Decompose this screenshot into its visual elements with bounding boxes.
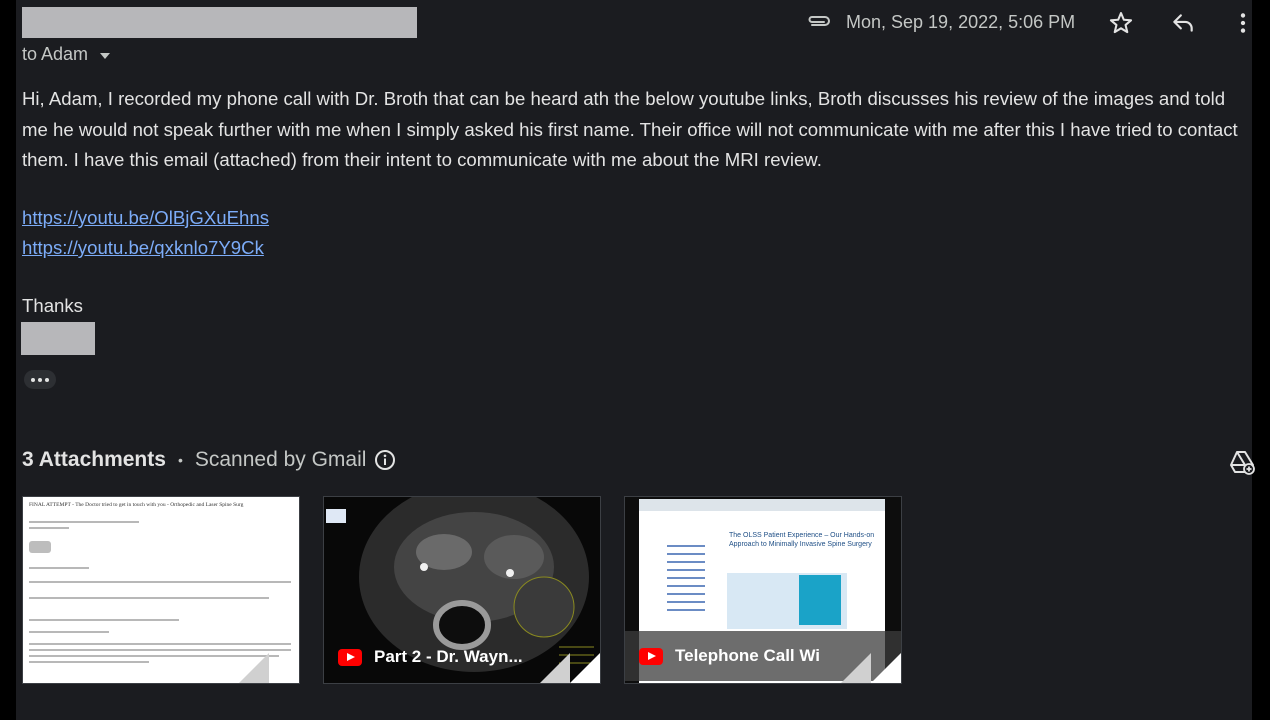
star-icon[interactable] <box>1107 9 1135 37</box>
document-text-line <box>29 527 69 529</box>
video-title: Telephone Call Wi <box>675 646 820 665</box>
webpage-nav-line <box>667 593 705 595</box>
message-date: Mon, Sep 19, 2022, 5:06 PM <box>846 11 1076 32</box>
webpage-nav-line <box>667 561 705 563</box>
show-trimmed-content-button[interactable] <box>24 370 56 389</box>
message-meta: Mon, Sep 19, 2022, 5:06 PM <box>806 10 1075 34</box>
info-icon[interactable] <box>374 449 396 471</box>
webpage-nav-line <box>667 609 705 611</box>
webpage-nav-line <box>667 569 705 571</box>
attachments-header: 3 Attachments • Scanned by Gmail <box>22 448 396 472</box>
signature-redacted <box>21 322 95 355</box>
message-body: Hi, Adam, I recorded my phone call with … <box>22 84 1247 176</box>
page-fold <box>540 653 570 683</box>
document-text-line <box>29 581 291 583</box>
document-text-line <box>29 521 139 523</box>
attachment-tile-video-1[interactable]: Part 2 - Dr. Wayn... <box>323 496 601 684</box>
ellipsis-dot <box>31 377 35 382</box>
video-title: Part 2 - Dr. Wayn... <box>374 647 523 666</box>
left-edge <box>0 0 16 720</box>
link-list: https://youtu.be/OlBjGXuEhns https://you… <box>22 203 269 263</box>
webpage-nav-line <box>667 577 705 579</box>
message-paragraph: Hi, Adam, I recorded my phone call with … <box>22 88 1238 170</box>
youtube-link-1[interactable]: https://youtu.be/OlBjGXuEhns <box>22 203 269 233</box>
page-corner <box>570 653 600 683</box>
page-fold <box>841 653 871 683</box>
attachment-tile-document[interactable]: FINAL ATTEMPT - The Doctor tried to get … <box>22 496 300 684</box>
recipient-line: to Adam <box>22 44 89 64</box>
page-fold <box>239 653 269 683</box>
attachments-count: 3 Attachments <box>22 448 166 471</box>
document-preview-title: FINAL ATTEMPT - The Doctor tried to get … <box>29 502 244 508</box>
sender-name-redacted <box>22 7 417 38</box>
scan-status: Scanned by Gmail <box>194 448 367 471</box>
video-label: Part 2 - Dr. Wayn... <box>338 647 523 667</box>
recipient-details-toggle[interactable]: to Adam <box>22 44 111 65</box>
youtube-icon <box>338 648 362 666</box>
more-vert-icon[interactable] <box>1229 9 1257 37</box>
document-text-line <box>29 631 109 633</box>
page-corner <box>871 653 901 683</box>
document-text-line <box>29 661 149 663</box>
right-edge <box>1252 0 1270 720</box>
webpage-nav-line <box>667 601 705 603</box>
webpage-header <box>639 499 885 511</box>
webpage-hero-banner <box>799 575 841 625</box>
document-text-line <box>29 643 291 645</box>
reply-icon[interactable] <box>1169 9 1197 37</box>
attachment-icon <box>806 10 834 34</box>
ellipsis-dot <box>45 377 49 382</box>
chevron-down-icon[interactable] <box>100 52 111 59</box>
webpage-nav-line <box>667 585 705 587</box>
document-text-line <box>29 567 89 569</box>
document-text-line <box>29 649 291 651</box>
separator-bullet: • <box>177 452 183 468</box>
signoff: Thanks <box>22 295 83 316</box>
attachment-tile-video-2[interactable]: The OLSS Patient Experience – Our Hands-… <box>624 496 902 684</box>
document-text-line <box>29 619 179 621</box>
document-text-line <box>29 597 269 599</box>
page-corner <box>269 653 299 683</box>
document-avatar <box>29 541 51 553</box>
webpage-preview-title: The OLSS Patient Experience – Our Hands-… <box>729 532 875 548</box>
webpage-nav-line <box>667 545 705 547</box>
ellipsis-dot <box>38 377 42 382</box>
webpage-nav-line <box>667 553 705 555</box>
youtube-link-2[interactable]: https://youtu.be/qxknlo7Y9Ck <box>22 233 269 263</box>
add-to-drive-icon[interactable] <box>1228 448 1256 476</box>
youtube-icon <box>639 647 663 665</box>
